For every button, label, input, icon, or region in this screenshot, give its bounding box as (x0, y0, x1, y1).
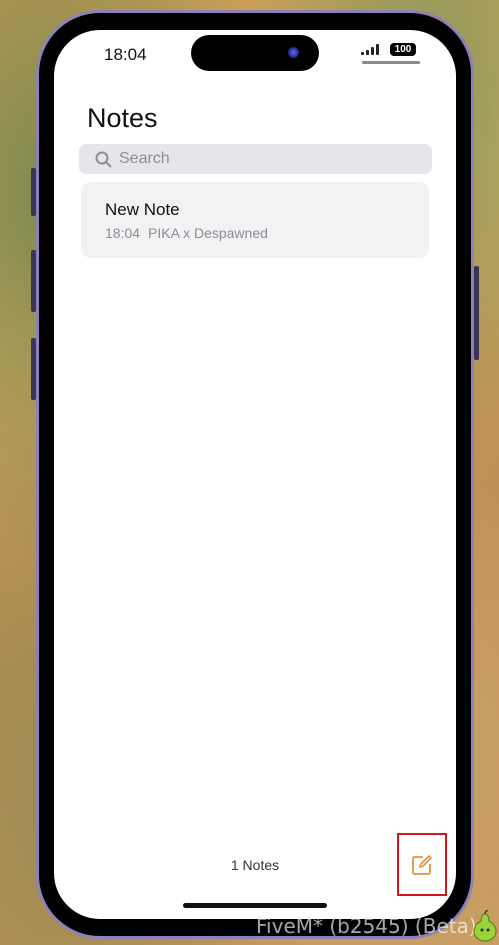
search-bar[interactable] (79, 144, 432, 174)
status-underline (362, 61, 420, 64)
search-icon (95, 151, 112, 167)
notes-count: 1 Notes (230, 857, 280, 873)
compose-note-button[interactable] (397, 833, 447, 896)
compose-icon (412, 854, 432, 875)
note-meta: 18:04 PIKA x Despawned (105, 225, 268, 241)
camera-icon (288, 47, 299, 58)
phone-power-button (474, 266, 479, 360)
note-title: New Note (105, 200, 180, 219)
fivem-watermark: FiveM* (b2545) (Beta) (256, 914, 477, 938)
note-list-item[interactable]: New Note 18:04 PIKA x Despawned (81, 182, 429, 258)
phone-screen: 18:04 100 Notes New Note 18:04 PIKA x Des… (54, 30, 456, 919)
phone-action-button (31, 168, 36, 216)
status-time: 18:04 (104, 45, 147, 64)
battery-indicator: 100 (390, 43, 416, 56)
note-preview: PIKA x Despawned (148, 225, 268, 241)
dynamic-island (191, 35, 319, 71)
phone-volume-down-button (31, 338, 36, 400)
home-indicator (183, 903, 327, 908)
pear-icon (473, 910, 497, 942)
page-title: Notes (87, 103, 158, 133)
phone-volume-up-button (31, 250, 36, 312)
search-input[interactable] (119, 150, 399, 168)
note-time: 18:04 (105, 225, 141, 241)
signal-icon (361, 44, 379, 55)
